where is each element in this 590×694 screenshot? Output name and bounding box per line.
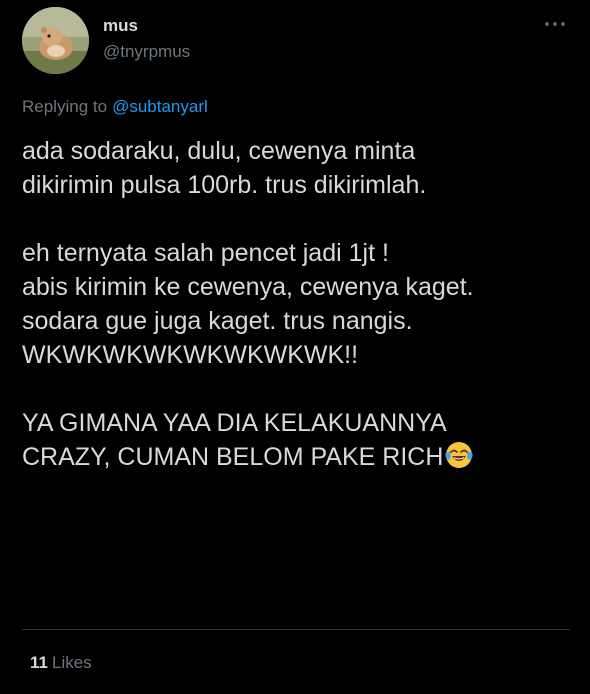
more-horizontal-icon [545, 22, 565, 26]
display-name[interactable]: mus [103, 15, 190, 37]
divider [22, 629, 570, 630]
face-with-tears-of-joy-icon [444, 440, 474, 470]
likes-count: 11 [30, 653, 48, 672]
tweet-text-line: sodara gue juga kaget. trus nangis. [22, 307, 413, 335]
more-options-button[interactable] [540, 14, 570, 34]
tweet-text-line-last: CRAZY, CUMAN BELOM PAKE RICH [22, 440, 582, 474]
tweet-text: ada sodaraku, dulu, cewenya minta dikiri… [22, 134, 582, 474]
tweet-text-line-text: CRAZY, CUMAN BELOM PAKE RICH [22, 443, 444, 471]
avatar[interactable] [22, 7, 89, 74]
tweet-text-line: eh ternyata salah pencet jadi 1jt ! [22, 239, 389, 267]
user-block: mus @tnyrpmus [103, 15, 190, 63]
tweet-text-line: abis kirimin ke cewenya, cewenya kaget. [22, 273, 474, 301]
tweet-text-line: dikirimin pulsa 100rb. trus dikirimlah. [22, 171, 427, 199]
tweet-text-line: WKWKWKWKWKWKWKWK!! [22, 341, 359, 369]
replying-to-prefix: Replying to [22, 97, 108, 116]
likes-stat[interactable]: 11 Likes [30, 652, 92, 674]
user-handle[interactable]: @tnyrpmus [103, 41, 190, 63]
replying-to: Replying to @subtanyarl [22, 96, 208, 118]
tweet: mus @tnyrpmus Replying to @subtanyarl ada… [0, 0, 590, 694]
replying-to-mention[interactable]: @subtanyarl [112, 97, 208, 116]
likes-label: Likes [51, 653, 92, 672]
tweet-text-line: YA GIMANA YAA DIA KELAKUANNYA [22, 409, 447, 437]
avatar-image [22, 7, 89, 74]
tweet-text-line: ada sodaraku, dulu, cewenya minta [22, 137, 416, 165]
